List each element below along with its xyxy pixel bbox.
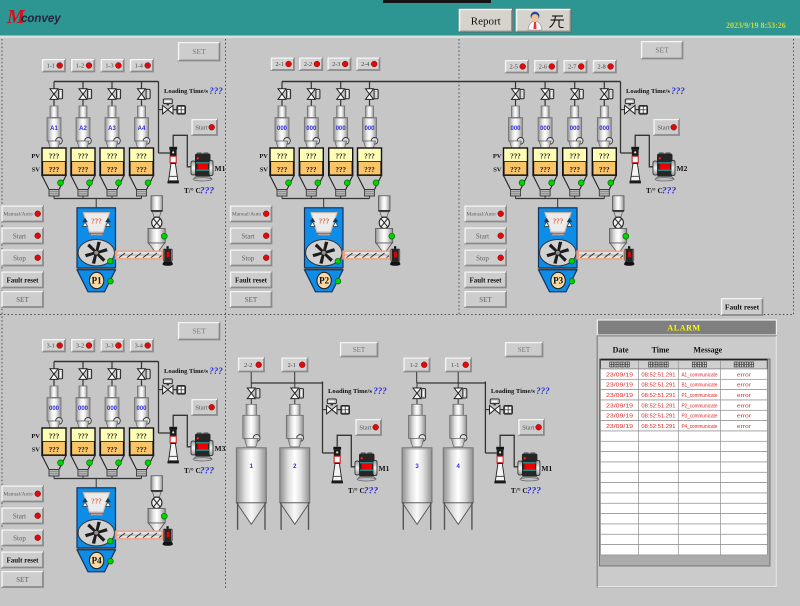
svg-text:P2: P2 [319, 276, 329, 286]
svg-text:P4: P4 [92, 556, 102, 566]
svg-text:000: 000 [78, 406, 89, 412]
svg-text:B1_communicate: B1_communicate [681, 383, 717, 389]
svg-text:000: 000 [136, 406, 147, 412]
svg-text:1-1: 1-1 [47, 63, 55, 70]
svg-text:M3: M3 [215, 444, 226, 453]
svg-text:000: 000 [306, 126, 317, 132]
svg-text:000: 000 [277, 126, 288, 132]
svg-text:SV: SV [32, 447, 41, 454]
svg-text:000: 000 [540, 126, 551, 132]
svg-text:PV: PV [31, 153, 40, 160]
svg-text:error: error [737, 414, 751, 420]
svg-text:2-5: 2-5 [510, 64, 518, 71]
svg-text:000: 000 [49, 406, 60, 412]
svg-text:23/09/19: 23/09/19 [606, 424, 633, 430]
svg-text:000: 000 [107, 406, 118, 412]
svg-text:000: 000 [364, 126, 375, 132]
svg-text:000: 000 [570, 126, 581, 132]
svg-text:Message: Message [693, 346, 722, 355]
svg-text:2-4: 2-4 [361, 61, 369, 68]
svg-text:2-1: 2-1 [276, 61, 284, 68]
svg-text:23/09/19: 23/09/19 [606, 372, 633, 378]
svg-text:23/09/19: 23/09/19 [606, 393, 633, 399]
svg-text:SET: SET [518, 346, 531, 354]
svg-text:P3: P3 [553, 276, 563, 286]
svg-text:error: error [737, 403, 751, 409]
svg-text:000: 000 [599, 126, 610, 132]
svg-text:SV: SV [32, 167, 41, 174]
svg-text:1-3: 1-3 [105, 63, 113, 70]
svg-text:2-8: 2-8 [598, 64, 606, 71]
svg-text:M1: M1 [379, 464, 390, 473]
svg-text:Time: Time [652, 346, 670, 355]
svg-text:1-1: 1-1 [451, 362, 459, 369]
svg-text:3-4: 3-4 [135, 343, 143, 350]
svg-text:1-2: 1-2 [410, 362, 418, 369]
svg-text:2-7: 2-7 [568, 64, 576, 71]
svg-text:1-4: 1-4 [135, 63, 143, 70]
svg-text:SV: SV [493, 167, 502, 174]
svg-text:2-3: 2-3 [332, 61, 340, 68]
svg-text:08:52:51.291: 08:52:51.291 [641, 383, 675, 389]
svg-text:PV: PV [493, 153, 502, 160]
svg-text:SET: SET [353, 346, 366, 354]
svg-text:PV: PV [31, 433, 40, 440]
svg-text:1-2: 1-2 [76, 63, 84, 70]
svg-text:000: 000 [336, 126, 347, 132]
svg-text:3-2: 3-2 [76, 343, 84, 350]
svg-text:error: error [737, 383, 751, 389]
svg-text:error: error [737, 372, 751, 378]
svg-text:Date: Date [613, 346, 629, 355]
svg-text:P1: P1 [92, 276, 102, 286]
svg-text:error: error [737, 424, 751, 430]
svg-text:Start: Start [657, 125, 669, 132]
svg-text:M2: M2 [677, 164, 688, 173]
svg-text:2023/9/19 8:53:26: 2023/9/19 8:53:26 [726, 21, 786, 30]
svg-text:P2_communicate: P2_communicate [681, 403, 717, 409]
svg-text:2-6: 2-6 [539, 64, 547, 71]
svg-text:3-1: 3-1 [47, 343, 55, 350]
svg-text:SET: SET [192, 327, 206, 336]
svg-text:08:52:51.291: 08:52:51.291 [641, 372, 675, 378]
svg-text:convey: convey [21, 13, 61, 25]
svg-text:23/09/19: 23/09/19 [606, 403, 633, 409]
svg-text:A2: A2 [79, 126, 87, 132]
svg-text:SET: SET [192, 47, 206, 56]
svg-text:2-1: 2-1 [288, 362, 296, 369]
svg-text:Fault reset: Fault reset [725, 302, 760, 311]
svg-text:08:52:51.291: 08:52:51.291 [641, 393, 675, 399]
svg-text:Report: Report [471, 15, 501, 27]
svg-text:A4: A4 [138, 126, 146, 132]
svg-text:2-2: 2-2 [304, 61, 312, 68]
svg-text:M1: M1 [541, 464, 552, 473]
svg-text:A3: A3 [108, 126, 116, 132]
svg-text:23/09/19: 23/09/19 [606, 383, 633, 389]
svg-text:M1: M1 [215, 164, 226, 173]
svg-text:P3_communicate: P3_communicate [681, 414, 717, 420]
svg-text:08:52:51.291: 08:52:51.291 [641, 414, 675, 420]
svg-text:P1_communicate: P1_communicate [681, 393, 717, 399]
svg-text:A1_communicate: A1_communicate [681, 372, 717, 378]
svg-text:SET: SET [655, 46, 669, 55]
svg-text:2-2: 2-2 [244, 362, 252, 369]
svg-text:08:52:51.291: 08:52:51.291 [641, 424, 675, 430]
svg-text:000: 000 [510, 126, 521, 132]
svg-text:ALARM: ALARM [667, 323, 700, 332]
svg-text:Start: Start [195, 405, 207, 412]
svg-text:SV: SV [260, 167, 269, 174]
svg-text:error: error [737, 393, 751, 399]
svg-text:P4_communicate: P4_communicate [681, 424, 717, 430]
svg-text:08:52:51.291: 08:52:51.291 [641, 403, 675, 409]
svg-text:3-3: 3-3 [105, 343, 113, 350]
svg-text:23/09/19: 23/09/19 [606, 414, 633, 420]
svg-text:Start: Start [522, 425, 534, 432]
svg-text:Start: Start [359, 425, 371, 432]
svg-text:PV: PV [259, 153, 268, 160]
svg-text:Start: Start [195, 125, 207, 132]
svg-text:A1: A1 [50, 126, 58, 132]
